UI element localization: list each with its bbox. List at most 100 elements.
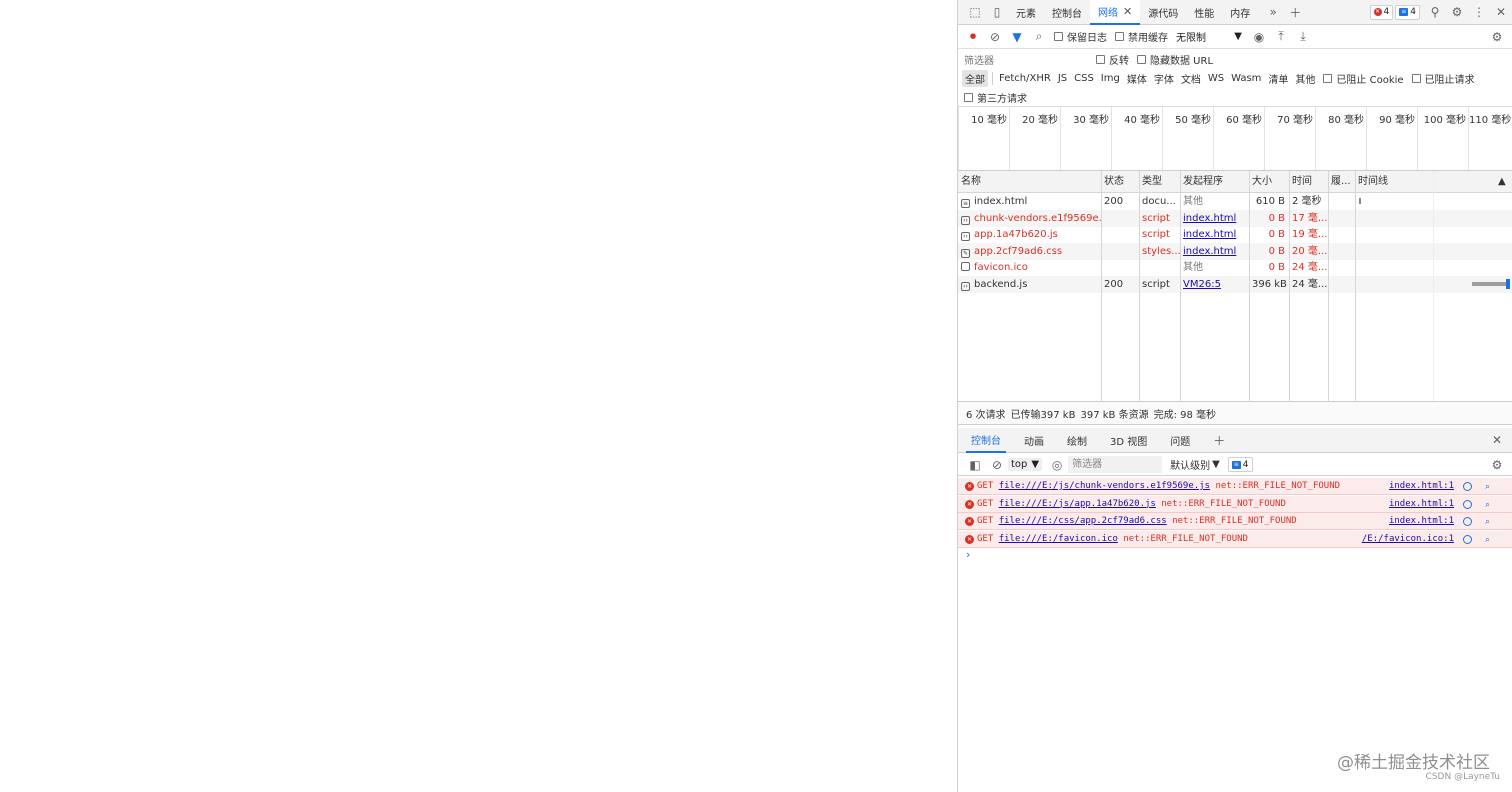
clear-icon[interactable]: ⊘ — [984, 26, 1006, 48]
type-filter-wasm[interactable]: Wasm — [1228, 72, 1264, 85]
column-divider[interactable] — [1249, 171, 1250, 401]
network-conditions-icon[interactable]: ◉ — [1248, 26, 1270, 48]
close-devtools-icon[interactable]: ✕ — [1490, 1, 1512, 23]
tab-memory[interactable]: 内存 — [1222, 0, 1258, 25]
blocked-requests-checkbox[interactable]: 已阻止请求 — [1411, 71, 1475, 86]
throttle-select[interactable]: 无限制 ▼ — [1176, 29, 1242, 44]
column-divider[interactable] — [1289, 171, 1290, 401]
console-filter-input[interactable]: 筛选器 — [1068, 456, 1163, 473]
console-error-message[interactable]: ✕ GET file:///E:/js/app.1a47b620.js net::… — [958, 495, 1512, 513]
drawer-tab-animations[interactable]: 动画 — [1019, 428, 1049, 453]
type-filter-fetch-xhr[interactable]: Fetch/XHR — [996, 72, 1054, 85]
drawer-tab-console[interactable]: 控制台 — [966, 428, 1006, 453]
message-count-badge[interactable]: ≡ 4 — [1395, 4, 1420, 20]
network-globe-icon[interactable] — [1463, 499, 1472, 509]
drawer-tab-issues[interactable]: 问题 — [1165, 428, 1195, 453]
col-waterfall-header[interactable]: 时间线 — [1355, 171, 1485, 193]
blocked-cookies-checkbox[interactable]: 已阻止 Cookie — [1323, 71, 1404, 86]
filter-input[interactable]: 筛选器 — [964, 52, 1096, 67]
inspect-element-icon[interactable]: ⬚ — [964, 1, 986, 23]
table-row[interactable]: ‹› chunk-vendors.e1f9569e.js script index.h… — [958, 209, 1512, 227]
column-divider[interactable] — [1101, 171, 1102, 401]
table-row[interactable]: ‹› app.1a47b620.js script index.html 0 B 19 毫… — [958, 226, 1512, 243]
col-name-header[interactable]: 名称 — [958, 171, 1101, 193]
live-expression-eye-icon[interactable]: ◎ — [1046, 454, 1068, 476]
preserve-log-checkbox[interactable]: 保留日志 — [1054, 29, 1107, 44]
col-status-header[interactable]: 状态 — [1101, 171, 1139, 193]
type-filter-media[interactable]: 媒体 — [1124, 70, 1150, 87]
table-row[interactable]: favicon.ico 其他 0 B 24 毫... — [958, 259, 1512, 276]
clear-console-icon[interactable]: ⊘ — [986, 454, 1008, 476]
column-divider[interactable] — [1328, 171, 1329, 401]
request-url-link[interactable]: file:///E:/js/app.1a47b620.js — [999, 499, 1156, 509]
tab-network[interactable]: 网络 ✕ — [1090, 0, 1141, 25]
tab-sources[interactable]: 源代码 — [1140, 0, 1186, 25]
kebab-menu-icon[interactable]: ⋮ — [1468, 1, 1490, 23]
error-count-badge[interactable]: ✕ 4 — [1369, 4, 1394, 20]
col-initiator-header[interactable]: 发起程序 — [1180, 171, 1249, 193]
console-error-message[interactable]: ✕ GET file:///E:/favicon.ico net::ERR_FIL… — [958, 530, 1512, 549]
close-drawer-icon[interactable]: ✕ — [1486, 429, 1508, 451]
initiator-link[interactable]: index.html — [1183, 229, 1236, 240]
filter-icon[interactable]: ▼ — [1006, 26, 1028, 48]
column-divider[interactable] — [1355, 171, 1356, 401]
col-time-header[interactable]: 时间 — [1289, 171, 1328, 193]
table-row[interactable]: ≡ index.html 200 docu... 其他 610 B 2 毫秒 — [958, 193, 1512, 210]
console-settings-icon[interactable]: ⚙ — [1486, 454, 1508, 476]
network-overview[interactable]: 10 毫秒 20 毫秒 30 毫秒 40 毫秒 50 毫秒 60 毫秒 70 毫… — [958, 106, 1512, 171]
type-filter-js[interactable]: JS — [1055, 72, 1070, 85]
col-priority-header[interactable]: 履... — [1328, 171, 1355, 193]
console-error-message[interactable]: ✕ GET file:///E:/css/app.2cf79ad6.css net… — [958, 513, 1512, 531]
tab-console[interactable]: 控制台 — [1044, 0, 1090, 25]
request-url-link[interactable]: file:///E:/css/app.2cf79ad6.css — [999, 516, 1167, 526]
initiator-link[interactable]: index.html — [1183, 213, 1236, 224]
connection-icon[interactable]: ⚲ — [1424, 1, 1446, 23]
table-row[interactable]: ‹› backend.js 200 script VM26:5 396 kB 24 毫... — [958, 276, 1512, 293]
sidebar-toggle-icon[interactable]: ◧ — [964, 454, 986, 476]
device-toolbar-icon[interactable]: ▯ — [986, 1, 1008, 23]
add-tab-icon[interactable]: ＋ — [1284, 1, 1306, 23]
network-globe-icon[interactable] — [1463, 482, 1472, 491]
import-har-icon[interactable]: ⤒ — [1270, 26, 1292, 48]
disable-cache-checkbox[interactable]: 禁用缓存 — [1115, 29, 1168, 44]
initiator-link[interactable]: index.html — [1183, 246, 1236, 257]
type-filter-ws[interactable]: WS — [1205, 72, 1227, 85]
log-level-select[interactable]: 默认级别 ▼ — [1170, 457, 1220, 472]
more-tabs-icon[interactable]: » — [1262, 1, 1284, 23]
col-type-header[interactable]: 类型 — [1139, 171, 1180, 193]
search-icon[interactable]: ⌕ — [1485, 479, 1490, 496]
drawer-tab-rendering[interactable]: 绘制 — [1062, 428, 1092, 453]
network-settings-icon[interactable]: ⚙ — [1486, 26, 1508, 48]
source-link[interactable]: /E:/favicon.ico:1 — [1362, 531, 1454, 548]
tab-elements[interactable]: 元素 — [1008, 0, 1044, 25]
third-party-checkbox[interactable]: 第三方请求 — [964, 90, 1027, 105]
drawer-tab-3d-view[interactable]: 3D 视图 — [1105, 428, 1152, 453]
network-globe-icon[interactable] — [1463, 517, 1472, 527]
network-globe-icon[interactable] — [1463, 534, 1472, 544]
record-stop-icon[interactable]: ⏺ — [962, 26, 984, 48]
source-link[interactable]: index.html:1 — [1389, 513, 1454, 530]
invert-checkbox[interactable]: 反转 — [1096, 52, 1129, 67]
type-filter-font[interactable]: 字体 — [1151, 70, 1177, 87]
tab-performance[interactable]: 性能 — [1186, 0, 1222, 25]
add-drawer-tab-icon[interactable]: ＋ — [1208, 429, 1230, 451]
request-url-link[interactable]: file:///E:/js/chunk-vendors.e1f9569e.js — [999, 481, 1210, 491]
source-link[interactable]: index.html:1 — [1389, 496, 1454, 513]
source-link[interactable]: index.html:1 — [1389, 478, 1454, 495]
type-filter-css[interactable]: CSS — [1071, 72, 1097, 85]
export-har-icon[interactable]: ⤓ — [1292, 26, 1314, 48]
search-icon[interactable]: ⌕ — [1485, 514, 1490, 531]
sort-ascending-icon[interactable]: ▲ — [1495, 171, 1509, 193]
search-icon[interactable]: ⌕ — [1485, 532, 1490, 549]
settings-gear-icon[interactable]: ⚙ — [1446, 1, 1468, 23]
close-tab-icon[interactable]: ✕ — [1123, 5, 1132, 18]
type-filter-other[interactable]: 其他 — [1292, 70, 1318, 87]
request-url-link[interactable]: file:///E:/favicon.ico — [999, 534, 1118, 544]
console-error-message[interactable]: ✕ GET file:///E:/js/chunk-vendors.e1f9569… — [958, 478, 1512, 495]
console-prompt-icon[interactable]: › — [966, 548, 970, 561]
type-filter-manifest[interactable]: 清单 — [1265, 70, 1291, 87]
type-filter-all[interactable]: 全部 — [962, 70, 988, 87]
initiator-link[interactable]: VM26:5 — [1183, 279, 1221, 290]
search-icon[interactable]: ⌕ — [1028, 26, 1050, 48]
context-select[interactable]: top ▼ — [1008, 458, 1043, 471]
